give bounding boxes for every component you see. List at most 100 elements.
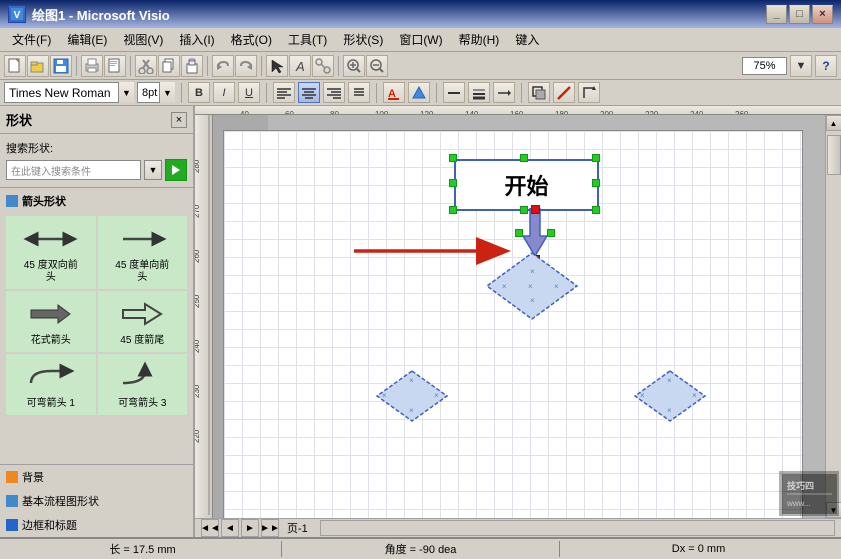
align-center[interactable] [298, 82, 320, 103]
minimize-button[interactable]: _ [766, 5, 787, 24]
page-label[interactable]: 页-1 [281, 520, 314, 536]
status-divider-1 [281, 541, 282, 557]
zoom-dropdown[interactable]: ▼ [790, 55, 812, 77]
shape-fancy-arrow[interactable]: 花式箭头 [6, 291, 96, 352]
tb-zoom-out[interactable] [366, 55, 388, 77]
tb-pointer[interactable] [266, 55, 288, 77]
canvas-with-ruler: 280 270 260 250 240 230 220 [195, 115, 841, 518]
tb-new[interactable] [4, 55, 26, 77]
format-sep2 [266, 83, 267, 103]
shape-diamond-r[interactable]: × × × × [630, 369, 710, 424]
menu-tools[interactable]: 工具(T) [280, 29, 335, 50]
font-color[interactable]: A [383, 82, 405, 103]
align-right[interactable] [323, 82, 345, 103]
font-size-dropdown[interactable]: ▼ [159, 82, 175, 103]
main-area: 形状 × 搜索形状: 在此键入搜索条件 ▼ 箭头形状 [0, 106, 841, 537]
font-name-input[interactable]: Times New Roman [4, 82, 134, 103]
drawing-canvas[interactable]: 开始 [213, 115, 841, 518]
menu-edit[interactable]: 编辑(E) [59, 29, 115, 50]
tb-preview[interactable] [104, 55, 126, 77]
search-dropdown-button[interactable]: ▼ [144, 160, 162, 180]
align-left[interactable] [273, 82, 295, 103]
ruler-horizontal: 40 60 80 100 120 140 160 180 200 220 240… [195, 106, 841, 115]
svg-text:×: × [692, 391, 697, 400]
nav-prev-button[interactable]: ◄ [221, 519, 239, 537]
sidebar-close-button[interactable]: × [171, 112, 187, 128]
shape-start-rect[interactable]: 开始 [454, 159, 599, 211]
menu-type[interactable]: 键入 [507, 29, 547, 50]
tb-paste[interactable] [181, 55, 203, 77]
tb-cut[interactable] [135, 55, 157, 77]
menu-view[interactable]: 视图(V) [115, 29, 171, 50]
arrow-shapes-title: 箭头形状 [22, 193, 66, 209]
font-name-dropdown[interactable]: ▼ [118, 82, 134, 103]
line-color[interactable] [553, 82, 575, 103]
sel-handle-arrow-right [547, 229, 555, 237]
close-button[interactable]: × [812, 5, 833, 24]
scroll-up-button[interactable]: ▲ [826, 115, 841, 131]
background-label: 背景 [22, 469, 44, 485]
svg-text:×: × [667, 406, 672, 415]
tb-save[interactable] [50, 55, 72, 77]
shape-45-double-arrow[interactable]: 45 度双向前头 [6, 216, 96, 289]
svg-text:A: A [295, 59, 305, 74]
section-expand-icon [6, 195, 18, 207]
menu-format[interactable]: 格式(O) [223, 29, 280, 50]
tb-connect[interactable] [312, 55, 334, 77]
search-input[interactable]: 在此键入搜索条件 [6, 160, 141, 180]
sidebar-item-borders[interactable]: 边框和标题 [0, 513, 193, 537]
tb-undo[interactable] [212, 55, 234, 77]
tb-print[interactable] [81, 55, 103, 77]
nav-next-button[interactable]: ► [241, 519, 259, 537]
sel-handle-tl [449, 154, 457, 162]
line-style[interactable] [443, 82, 465, 103]
menu-window[interactable]: 窗口(W) [391, 29, 450, 50]
shape-label-fancy-arrow: 花式箭头 [31, 335, 71, 347]
svg-text:×: × [667, 376, 672, 385]
toolbar-sep1 [76, 56, 77, 76]
background-icon [6, 471, 18, 483]
menu-help[interactable]: 帮助(H) [451, 29, 508, 50]
tb-zoom-in[interactable] [343, 55, 365, 77]
toolbar-sep5 [338, 56, 339, 76]
fill-color[interactable] [408, 82, 430, 103]
tb-help[interactable]: ? [815, 55, 837, 77]
nav-first-button[interactable]: ◄◄ [201, 519, 219, 537]
shadow[interactable] [528, 82, 550, 103]
tb-text[interactable]: A [289, 55, 311, 77]
zoom-level[interactable]: 75% [742, 57, 787, 75]
svg-text:×: × [640, 391, 645, 400]
nav-last-button[interactable]: ►► [261, 519, 279, 537]
maximize-button[interactable]: □ [789, 5, 810, 24]
horizontal-scrollbar[interactable] [320, 520, 835, 536]
svg-text:230: 230 [195, 384, 201, 398]
shape-flex-arrow-3[interactable]: 可弯箭头 3 [98, 354, 188, 415]
menu-shapes[interactable]: 形状(S) [335, 29, 391, 50]
tb-open[interactable] [27, 55, 49, 77]
vertical-scrollbar[interactable]: ▲ ▼ [825, 115, 841, 518]
shape-diamond-bl[interactable]: × × × × [372, 369, 452, 424]
shape-flex-arrow-1[interactable]: 可弯箭头 1 [6, 354, 96, 415]
shape-45-single-arrow[interactable]: 45 度单向前头 [98, 216, 188, 289]
underline-button[interactable]: U [238, 82, 260, 103]
search-go-button[interactable] [165, 159, 187, 181]
shape-label-flex-arrow-3: 可弯箭头 3 [118, 398, 166, 410]
menu-insert[interactable]: 插入(I) [171, 29, 222, 50]
scroll-thumb[interactable] [827, 135, 841, 175]
arrow-shapes-header[interactable]: 箭头形状 [4, 190, 189, 212]
italic-button[interactable]: I [213, 82, 235, 103]
tb-redo[interactable] [235, 55, 257, 77]
tb-copy[interactable] [158, 55, 180, 77]
align-justify[interactable] [348, 82, 370, 103]
connector-style[interactable] [578, 82, 600, 103]
shape-45-arrow-tail[interactable]: 45 度箭尾 [98, 291, 188, 352]
ruler-vertical: 280 270 260 250 240 230 220 [195, 115, 213, 518]
canvas-area: 40 60 80 100 120 140 160 180 200 220 240… [195, 106, 841, 537]
line-weight[interactable] [468, 82, 490, 103]
menu-file[interactable]: 文件(F) [4, 29, 59, 50]
line-ends[interactable] [493, 82, 515, 103]
bold-button[interactable]: B [188, 82, 210, 103]
sidebar-item-background[interactable]: 背景 [0, 465, 193, 489]
sidebar-item-basic-flowchart[interactable]: 基本流程图形状 [0, 489, 193, 513]
svg-text:×: × [530, 267, 535, 276]
